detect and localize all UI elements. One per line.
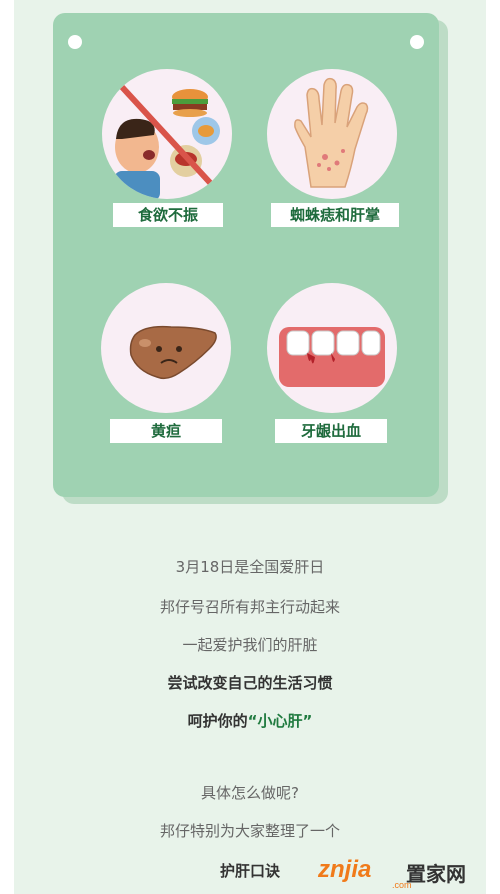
article-line: 一起爱护我们的肝脏: [182, 636, 318, 654]
symptom-card: 食欲不振 蜘蛛痣和肝掌 黄疸 牙龈出血: [53, 13, 439, 497]
article-line-bold: 呵护你的“小心肝”: [14, 710, 486, 731]
card-label-gums: 牙龈出血: [275, 419, 387, 443]
watermark-brand: znjia: [318, 856, 372, 883]
card-label-palm: 蜘蛛痣和肝掌: [271, 203, 399, 227]
bleeding-gums-illustration: [267, 283, 397, 413]
article-line: 3月18日是全国爱肝日: [175, 558, 325, 576]
watermark-suffix: 置家网: [406, 862, 466, 886]
card-label-jaundice: 黄疸: [110, 419, 222, 443]
article-line-bold: 尝试改变自己的生活习惯: [167, 674, 333, 692]
card-label-appetite: 食欲不振: [113, 203, 223, 227]
pin-left-icon: [68, 35, 82, 49]
article-text: 呵护你的: [187, 712, 248, 730]
pin-right-icon: [410, 35, 424, 49]
watermark-domain: .com: [392, 880, 412, 890]
palm-illustration: [267, 69, 397, 199]
article-line: 邦仔特别为大家整理了一个: [159, 822, 340, 840]
article-line: 具体怎么做呢?: [201, 784, 299, 802]
loss-of-appetite-illustration: [102, 69, 232, 199]
article-line: 邦仔号召所有邦主行动起来: [159, 598, 340, 616]
liver-illustration: [101, 283, 231, 413]
highlight-text: “小心肝”: [247, 712, 313, 730]
site-watermark: znjia 置家网 .com: [318, 852, 498, 892]
